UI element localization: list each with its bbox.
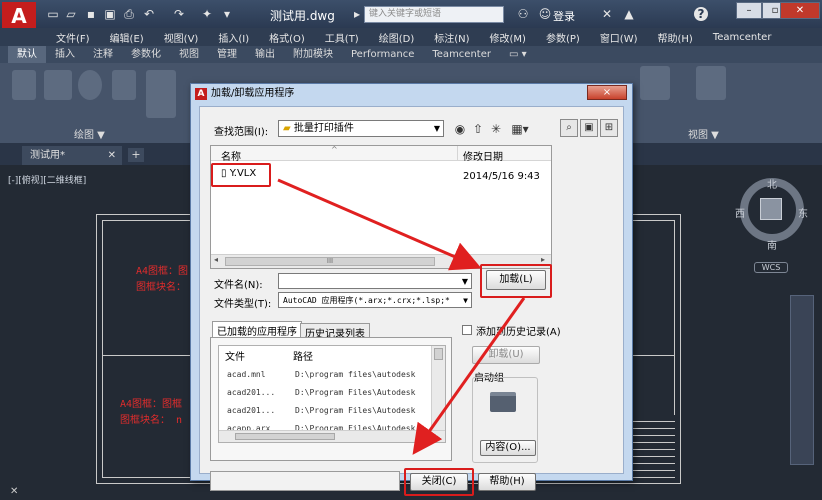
arrow-to-load — [277, 178, 482, 271]
annotation-arrows — [277, 178, 526, 455]
arrow-to-close — [412, 297, 526, 455]
